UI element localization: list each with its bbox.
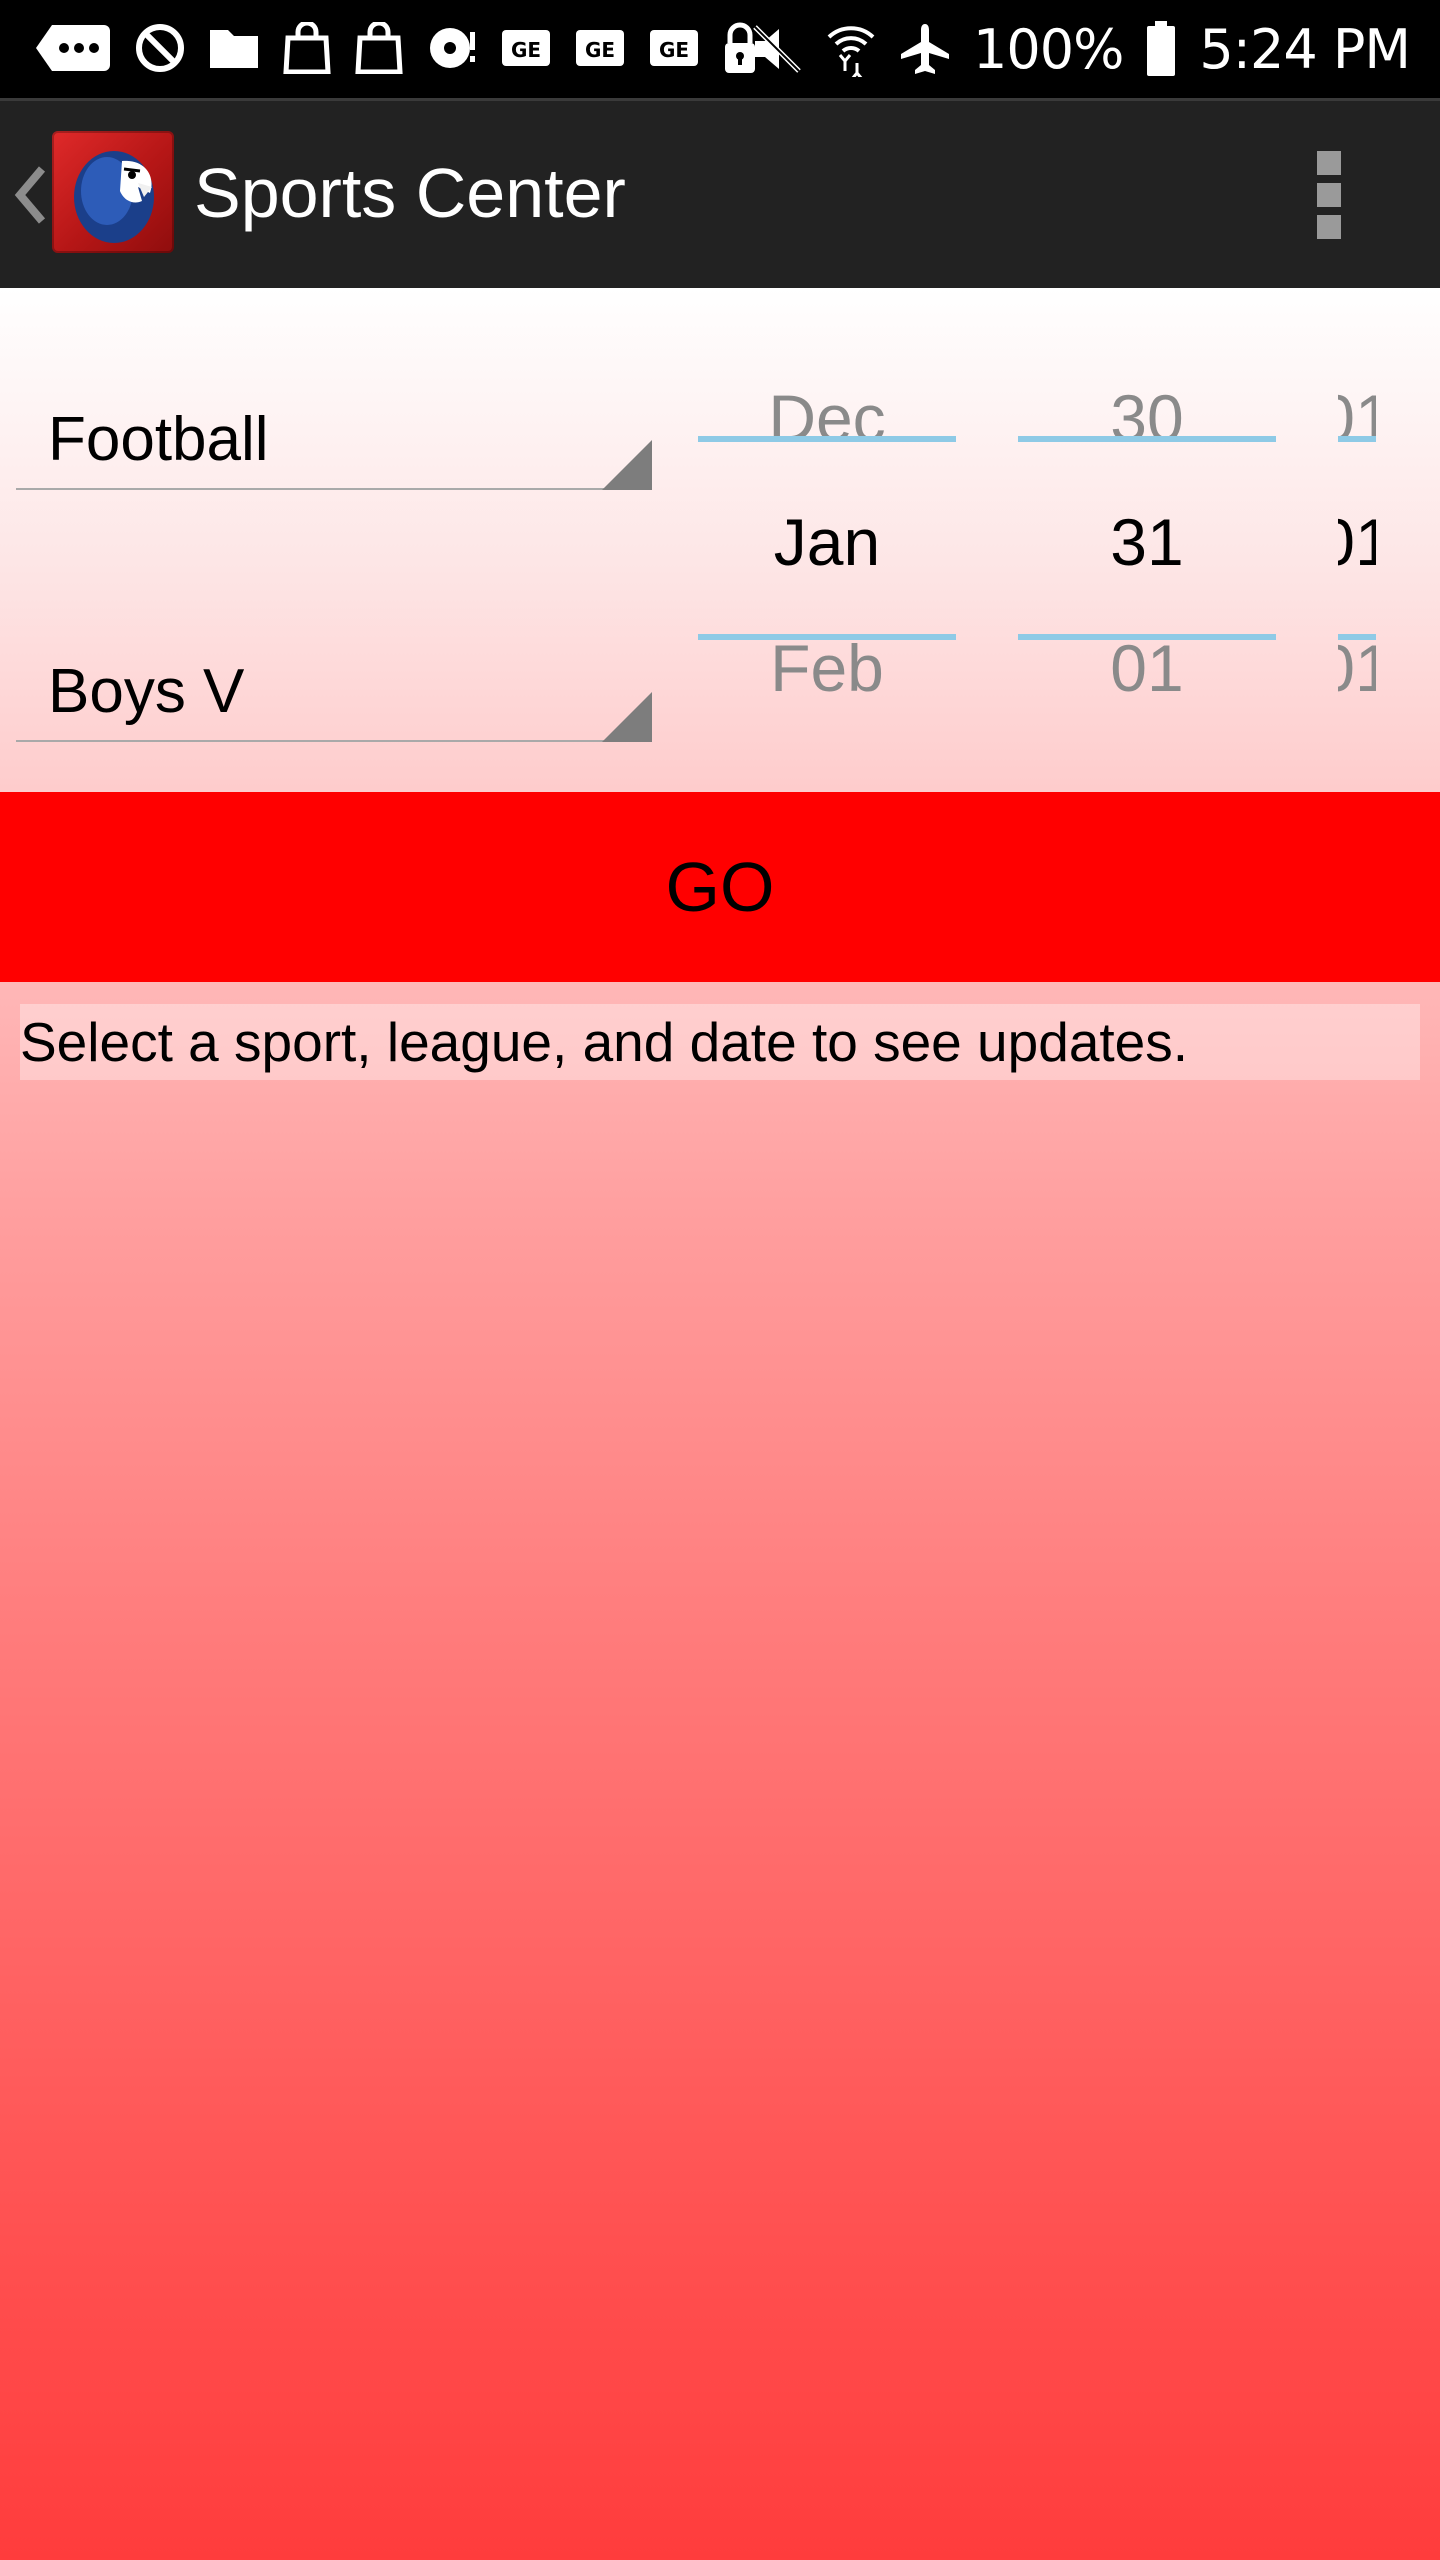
ge-icon: GE xyxy=(576,30,624,66)
ge-icon: GE xyxy=(502,30,550,66)
sport-spinner-underline xyxy=(16,488,652,490)
league-spinner-value: Boys V xyxy=(48,657,245,726)
disc-icon xyxy=(430,28,475,68)
blocked-icon xyxy=(136,24,184,72)
day-picker[interactable]: 30 31 01 xyxy=(1018,340,1276,720)
league-spinner[interactable]: Boys V xyxy=(16,616,652,766)
sport-spinner-value: Football xyxy=(48,405,269,474)
year-divider-bottom xyxy=(1338,634,1376,640)
svg-text:GE: GE xyxy=(585,38,615,62)
battery-icon xyxy=(1147,21,1176,76)
svg-text:GE: GE xyxy=(511,38,541,62)
day-current[interactable]: 31 xyxy=(1018,504,1276,580)
year-current[interactable]: 01 xyxy=(1338,504,1376,580)
dropdown-arrow-icon xyxy=(602,440,652,490)
svg-text:GE: GE xyxy=(659,38,689,62)
overflow-menu-icon[interactable] xyxy=(1312,151,1346,239)
go-button-label: GO xyxy=(665,848,775,926)
ge-icon: GE xyxy=(650,30,698,66)
day-divider-top xyxy=(1018,436,1276,442)
folder-icon xyxy=(210,30,258,68)
month-next[interactable]: Feb xyxy=(698,630,956,706)
date-picker[interactable]: Dec Jan Feb 30 31 01 01 01 01 xyxy=(690,340,1390,720)
notification-icons: GE GE GE xyxy=(34,18,758,78)
back-chevron-icon[interactable] xyxy=(12,163,48,227)
sport-spinner[interactable]: Football xyxy=(16,364,652,514)
year-picker[interactable]: 01 01 01 xyxy=(1338,340,1376,720)
year-next[interactable]: 01 xyxy=(1338,630,1376,706)
status-bar: GE GE GE 100% 5:24 PM xyxy=(0,0,1440,98)
year-prev[interactable]: 01 xyxy=(1338,380,1376,456)
dropdown-arrow-icon xyxy=(602,692,652,742)
action-bar: Sports Center xyxy=(0,98,1440,288)
shopping-bag-icon xyxy=(283,22,331,74)
month-divider-top xyxy=(698,436,956,442)
day-prev[interactable]: 30 xyxy=(1018,380,1276,456)
month-picker[interactable]: Dec Jan Feb xyxy=(698,340,956,720)
league-spinner-underline xyxy=(16,740,652,742)
day-next[interactable]: 01 xyxy=(1018,630,1276,706)
clock: 5:24 PM xyxy=(1199,17,1411,81)
shopping-bag-icon xyxy=(355,22,403,74)
month-current[interactable]: Jan xyxy=(698,504,956,580)
airplane-icon xyxy=(901,24,950,74)
go-button[interactable]: GO xyxy=(0,792,1440,982)
battery-percentage: 100% xyxy=(973,17,1124,81)
mute-icon xyxy=(753,25,801,73)
more-icon xyxy=(36,25,110,71)
month-prev[interactable]: Dec xyxy=(698,380,956,456)
info-message: Select a sport, league, and date to see … xyxy=(20,1004,1420,1080)
app-title: Sports Center xyxy=(194,154,626,232)
wifi-icon xyxy=(827,26,875,77)
eagle-logo-icon[interactable] xyxy=(52,131,174,253)
year-divider-top xyxy=(1338,436,1376,442)
system-icons: 100% 5:24 PM xyxy=(751,14,1411,84)
